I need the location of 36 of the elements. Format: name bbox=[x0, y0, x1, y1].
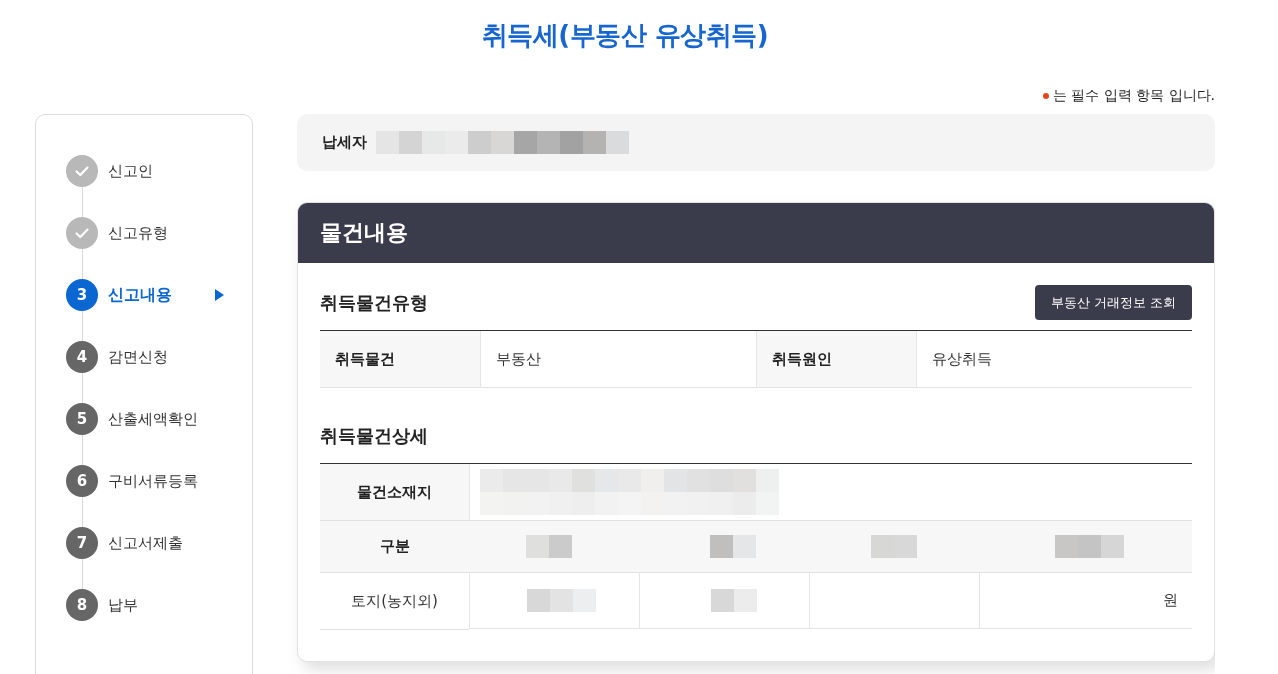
pixelated-block bbox=[527, 589, 596, 612]
table-cell: 토지(농지외) bbox=[320, 573, 469, 630]
caret-right-icon bbox=[215, 289, 224, 301]
table-header-cell: 구분 bbox=[320, 521, 469, 573]
table-header-cell: 취득물건 bbox=[320, 331, 480, 388]
step-label: 신고유형 bbox=[108, 223, 169, 243]
pixelated-block bbox=[1055, 535, 1124, 558]
table-cell: 유상취득 bbox=[916, 331, 1192, 388]
step-number: 5 bbox=[66, 403, 98, 435]
step-label: 신고서제출 bbox=[108, 533, 184, 553]
step-number: 6 bbox=[66, 465, 98, 497]
step-label: 산출세액확인 bbox=[108, 409, 199, 429]
pixelated-block bbox=[526, 535, 572, 558]
required-dot-icon bbox=[1042, 93, 1049, 99]
step-label: 납부 bbox=[108, 595, 139, 615]
pixelated-block bbox=[871, 535, 917, 558]
step-label: 신고인 bbox=[108, 161, 154, 181]
table-header-cell: 물건소재지 bbox=[320, 464, 469, 521]
table-header-cell: 취득원인 bbox=[756, 331, 916, 388]
pixelated-block bbox=[711, 589, 757, 612]
step-number: 3 bbox=[66, 279, 98, 311]
taxpayer-label: 납세자 bbox=[322, 133, 367, 152]
step-number: 4 bbox=[66, 341, 98, 373]
step-label: 감면신청 bbox=[108, 347, 169, 367]
step-label: 구비서류등록 bbox=[108, 471, 199, 491]
unit-label: 원 bbox=[1163, 591, 1178, 610]
pixelated-block bbox=[710, 535, 756, 558]
page-title: 취득세(부동산 유상취득) bbox=[480, 19, 770, 52]
step-label: 신고내용 bbox=[108, 284, 173, 306]
panel-title: 물건내용 bbox=[298, 203, 1214, 263]
required-note: 는 필수 입력 항목 입니다. bbox=[1052, 87, 1215, 105]
lookup-button[interactable]: 부동산 거래정보 조회 bbox=[1034, 285, 1192, 320]
section-title: 취득물건유형 bbox=[320, 290, 428, 315]
section-title: 취득물건상세 bbox=[320, 423, 428, 448]
step-number: 8 bbox=[66, 589, 98, 621]
step-number: 7 bbox=[66, 527, 98, 559]
